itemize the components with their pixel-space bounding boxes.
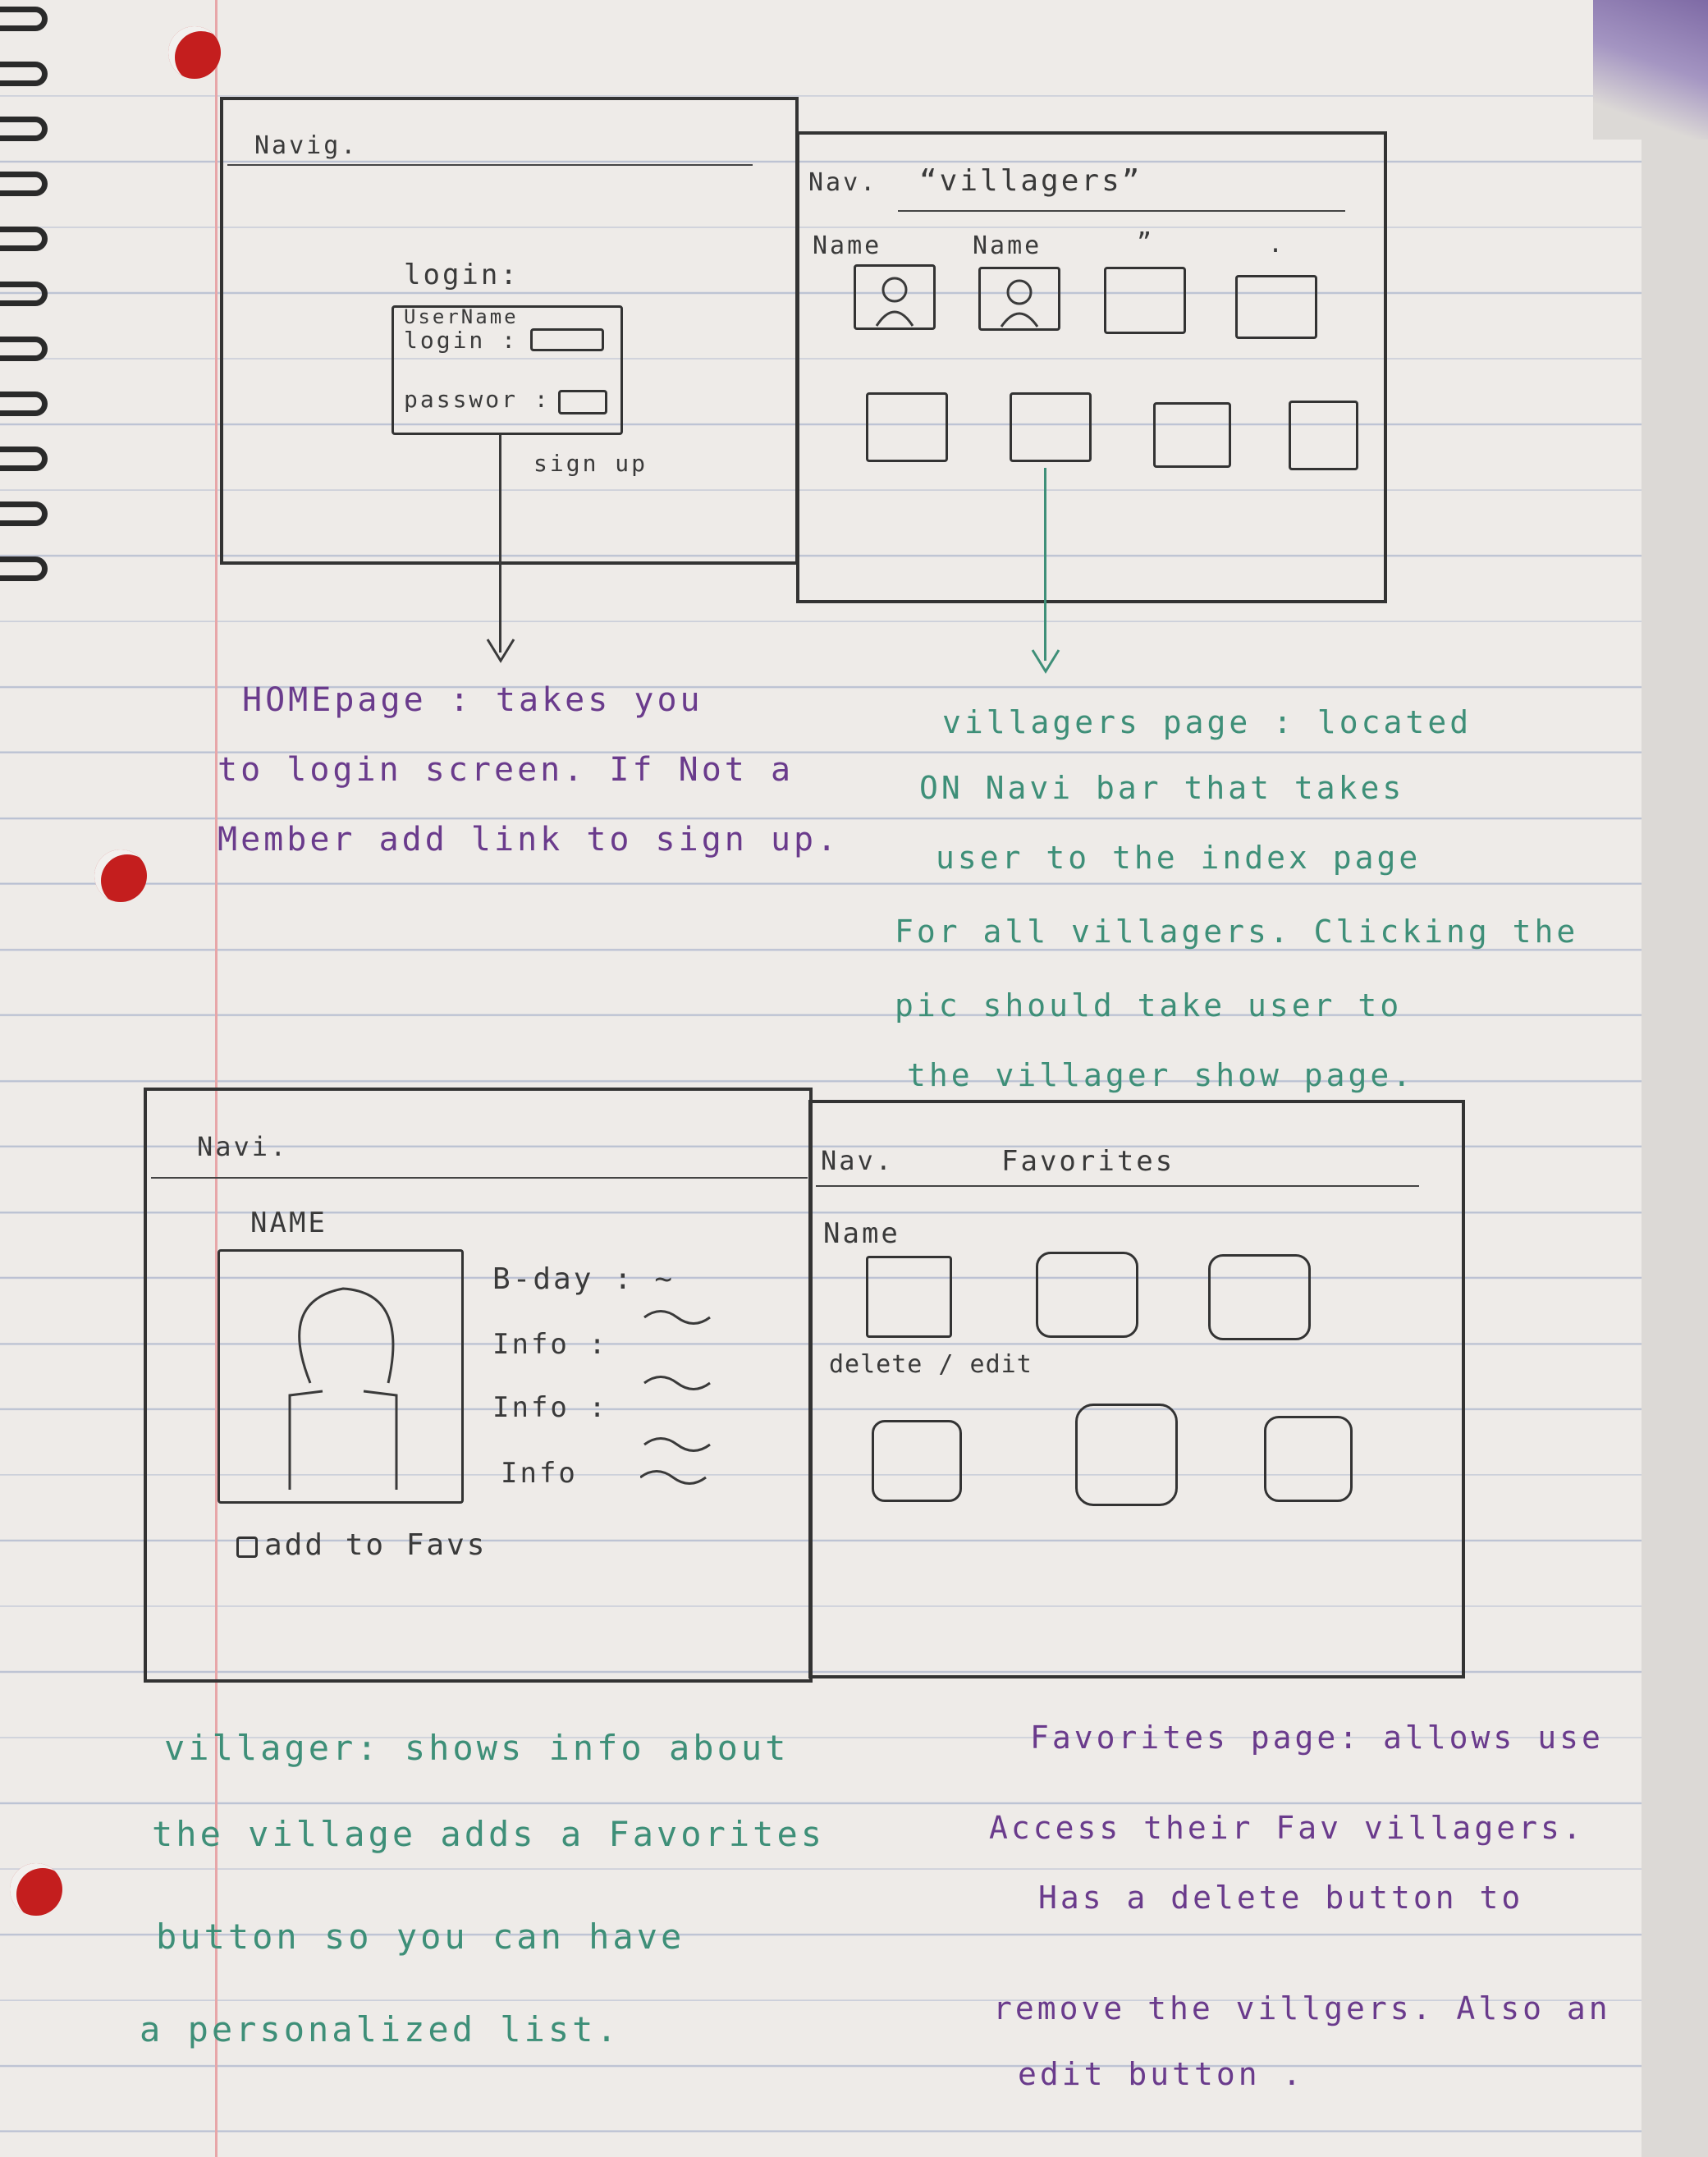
login-label: login : [404,327,519,354]
villager-note-line: a personalized list. [140,2009,620,2049]
punch-hole [94,850,147,902]
spiral-ring [0,447,48,471]
favorites-note-line: edit button . [1018,2056,1305,2092]
spiral-ring [0,117,48,141]
villager-thumbnail[interactable] [978,267,1060,331]
villager-info-field: Info [501,1457,578,1490]
villagers-nav-label: Nav. [808,168,878,197]
villager-info-field: Info : [492,1391,608,1424]
villager-thumbnail[interactable] [866,392,948,462]
villager-thumbnail[interactable] [1235,275,1317,339]
villager-name-col-1: Name [813,231,882,260]
add-to-favorites-button[interactable]: add to Favs [264,1528,487,1562]
spiral-ring [0,227,48,251]
villagers-note-line: the villager show page. [907,1057,1415,1093]
favorite-thumbnail[interactable] [1075,1404,1178,1506]
favorite-thumbnail[interactable] [1036,1252,1138,1338]
favorites-title: Favorites [1001,1145,1175,1178]
villager-note-line: the village adds a Favorites [152,1814,826,1854]
villagers-arrow-line [1044,468,1046,661]
villager-name-col-2: Name [973,231,1042,260]
villagers-note-line: user to the index page [936,840,1422,876]
homepage-note-line: HOMEpage : takes you [242,681,703,719]
username-label: UserName [404,305,519,328]
spiral-ring [0,501,48,526]
villager-thumbnail[interactable] [1153,402,1231,468]
favorites-note-line: remove the villgers. Also an [993,1990,1611,2026]
punch-hole [168,26,221,79]
favorite-thumbnail[interactable] [1264,1416,1353,1502]
arrow-down-icon [486,639,515,663]
spiral-ring [0,337,48,361]
favorite-thumbnail[interactable] [866,1256,952,1338]
signup-link[interactable]: sign up [533,450,648,477]
info-squiggles [640,1310,711,1485]
favorite-delete-edit-actions[interactable]: delete / edit [829,1350,1033,1379]
villager-name-col-3: ” [1137,228,1155,257]
villager-name-col-4: . [1268,230,1286,259]
villagers-note-line: For all villagers. Clicking the [895,914,1579,950]
villagers-note-line: pic should take user to [895,987,1403,1024]
username-input[interactable] [530,328,604,351]
villager-thumbnail[interactable] [1289,401,1358,470]
favorite-thumbnail[interactable] [1208,1254,1311,1340]
favorites-note-line: Access their Fav villagers. [989,1810,1585,1846]
villagers-title: “villagers” [919,164,1142,198]
favorite-name-label: Name [823,1217,900,1250]
villager-name-label: NAME [250,1207,327,1239]
villager-birthday-field: B-day : ~ [492,1262,675,1296]
villager-portrait [218,1249,464,1504]
villager-thumbnail[interactable] [1104,267,1186,334]
spiral-ring [0,282,48,306]
villager-thumbnail[interactable] [854,264,936,330]
arrow-down-icon [1031,649,1060,674]
nav-rule [151,1177,808,1179]
favorites-wireframe [808,1100,1465,1678]
spiral-ring [0,7,48,31]
favorite-thumbnail[interactable] [872,1420,962,1502]
spiral-ring [0,556,48,581]
villagers-note-line: villagers page : located [942,704,1472,740]
punch-hole [10,1863,62,1916]
favorites-note-line: Favorites page: allows use [1030,1720,1604,1756]
person-icon [875,277,914,327]
background-corner [1593,0,1708,140]
spiral-ring [0,172,48,196]
home-arrow-line [499,435,501,653]
villager-info-field: Info : [492,1328,608,1361]
villagers-note-line: ON Navi bar that takes [919,770,1405,806]
homepage-note-line: to login screen. If Not a [218,751,794,789]
villager-note-line: villager: shows info about [164,1728,790,1768]
password-input[interactable] [558,390,607,414]
nav-rule [227,164,753,166]
person-icon [288,1287,398,1490]
login-title: login: [404,259,520,291]
favorites-note-line: Has a delete button to [1038,1880,1524,1916]
password-label: passwor : [404,386,551,413]
home-nav-label: Navig. [254,131,359,160]
villager-note-line: button so you can have [156,1917,685,1957]
person-icon [1000,279,1039,327]
spiral-ring [0,62,48,86]
homepage-note-line: Member add link to sign up. [218,821,840,859]
nav-rule [816,1185,1419,1187]
favorites-nav-label: Nav. [821,1145,895,1176]
villager-nav-label: Navi. [197,1131,289,1162]
villager-thumbnail[interactable] [1010,392,1092,462]
villagers-wireframe [796,131,1387,603]
spiral-ring [0,392,48,416]
add-favorite-icon[interactable] [236,1536,258,1558]
nav-rule [898,210,1345,212]
